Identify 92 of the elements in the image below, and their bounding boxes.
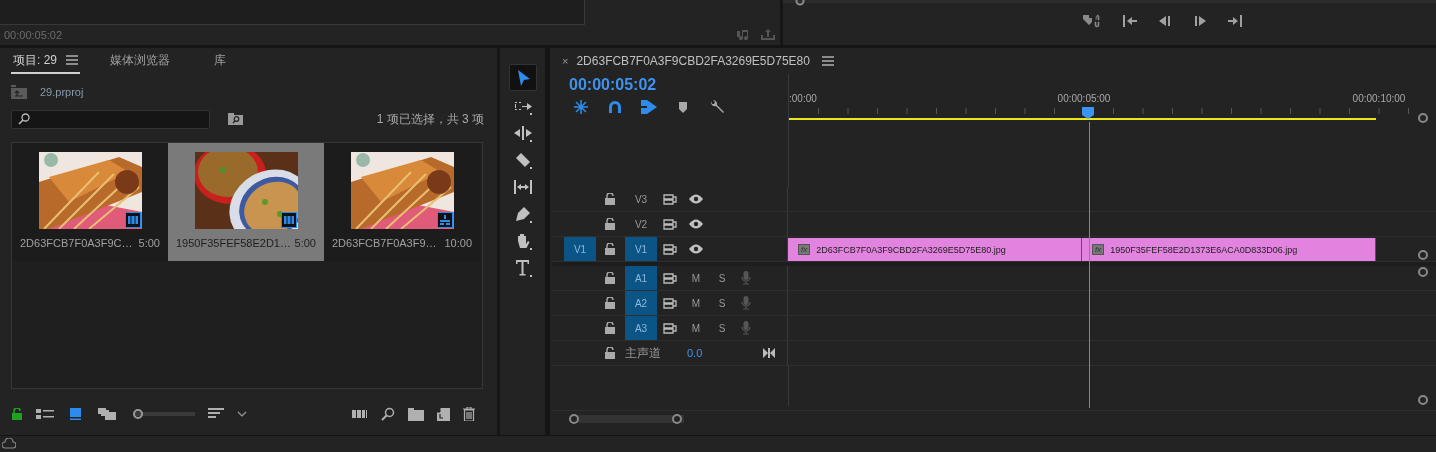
ruler-label: 00:00:05:00 bbox=[1057, 93, 1111, 104]
lock-icon[interactable] bbox=[605, 297, 615, 309]
sync-lock-icon[interactable] bbox=[663, 218, 677, 230]
cloud-icon[interactable] bbox=[2, 438, 16, 450]
sort-icon[interactable] bbox=[208, 408, 224, 420]
lock-icon[interactable] bbox=[605, 272, 615, 284]
media-item-name: 2D63FCB7F0A3F9… bbox=[332, 237, 437, 249]
panel-tab[interactable]: 库 bbox=[212, 48, 228, 74]
media-item[interactable]: 1950F35FEF58E2D1… 5:00 bbox=[168, 143, 324, 261]
sequence-icon bbox=[436, 212, 453, 228]
menu-icon[interactable] bbox=[66, 55, 78, 65]
mute-button[interactable]: M bbox=[683, 272, 709, 284]
lock-icon[interactable] bbox=[605, 243, 615, 255]
go-to-in-icon[interactable] bbox=[1122, 14, 1138, 28]
track-target[interactable]: A3 bbox=[625, 316, 657, 340]
zoom-slider-thumb[interactable] bbox=[133, 409, 143, 419]
media-item-duration: 5:00 bbox=[138, 237, 160, 249]
search-icon[interactable] bbox=[381, 407, 395, 421]
step-back-icon[interactable] bbox=[1157, 14, 1173, 28]
scroll-handle-icon[interactable] bbox=[1417, 249, 1429, 261]
track-target[interactable]: V2 bbox=[625, 212, 657, 236]
film-icon bbox=[124, 212, 141, 228]
magnet-icon[interactable] bbox=[606, 99, 624, 115]
ruler-label: :00:00 bbox=[789, 93, 817, 104]
menu-icon[interactable] bbox=[821, 56, 834, 66]
eye-icon[interactable] bbox=[689, 219, 703, 229]
list-view-icon[interactable] bbox=[36, 408, 54, 420]
clip-name: 1950F35FEF58E2D1373E6ACA0D833D06.jpg bbox=[1110, 244, 1298, 255]
scroll-handle-icon[interactable] bbox=[1417, 112, 1429, 124]
selection-summary: 1 项已选择，共 3 项 bbox=[376, 110, 484, 128]
master-volume[interactable]: 0.0 bbox=[687, 347, 759, 359]
bowtie-icon[interactable] bbox=[763, 348, 775, 358]
media-item-name: 2D63FCB7F0A3F9C… bbox=[20, 237, 133, 249]
folder-search-icon[interactable] bbox=[228, 113, 243, 125]
freeform-view-icon[interactable] bbox=[98, 408, 116, 420]
trash-icon[interactable] bbox=[463, 407, 475, 421]
source-patch[interactable]: V1 bbox=[564, 237, 596, 261]
lock-icon[interactable] bbox=[605, 322, 615, 334]
mute-button[interactable]: M bbox=[683, 322, 709, 334]
track-target[interactable]: V1 bbox=[625, 237, 657, 261]
panel-tab[interactable]: 媒体浏览器 bbox=[108, 48, 172, 74]
master-track-label: 主声道 bbox=[625, 344, 662, 362]
chevron-down-icon[interactable] bbox=[237, 410, 247, 418]
sync-lock-icon[interactable] bbox=[663, 193, 677, 205]
folder-icon[interactable] bbox=[408, 407, 424, 421]
lock-icon[interactable] bbox=[11, 408, 23, 420]
fx-badge: fx bbox=[1092, 244, 1105, 255]
sync-lock-icon[interactable] bbox=[663, 322, 677, 334]
wrench-icon[interactable] bbox=[708, 99, 726, 115]
step-forward-icon[interactable] bbox=[1192, 14, 1208, 28]
clip-name: 2D63FCB7F0A3F9CBD2FA3269E5D75E80.jpg bbox=[816, 244, 1006, 255]
track-target[interactable]: V3 bbox=[625, 187, 657, 211]
media-item-duration: 10:00 bbox=[444, 237, 472, 249]
fx-badge: fx bbox=[798, 244, 811, 255]
solo-button[interactable]: S bbox=[709, 322, 735, 334]
panel-tab[interactable]: 项目: 29 bbox=[11, 48, 80, 74]
marker-link-icon[interactable] bbox=[1083, 14, 1103, 28]
time-ruler[interactable]: :00:00 00:00:05:00 00:00:10:00 bbox=[788, 74, 1436, 122]
lock-icon[interactable] bbox=[605, 347, 615, 359]
sync-lock-icon[interactable] bbox=[663, 297, 677, 309]
scroll-handle-icon[interactable] bbox=[1417, 394, 1429, 406]
search-field[interactable] bbox=[11, 109, 210, 129]
eye-icon[interactable] bbox=[689, 194, 703, 204]
track-target[interactable]: A2 bbox=[625, 291, 657, 315]
source-timecode: 00:00:05:02 bbox=[4, 29, 63, 41]
automate-icon[interactable] bbox=[352, 408, 368, 420]
sequence-tab[interactable]: 2D63FCB7F0A3F9CBD2FA3269E5D75E80 bbox=[576, 54, 810, 68]
track-target[interactable]: A1 bbox=[625, 266, 657, 290]
film-icon bbox=[280, 212, 297, 228]
media-item-duration: 5:00 bbox=[294, 237, 316, 249]
selection-tool[interactable] bbox=[508, 64, 537, 91]
linked-select-icon[interactable] bbox=[640, 99, 658, 115]
solo-button[interactable]: S bbox=[709, 272, 735, 284]
mute-button[interactable]: M bbox=[683, 297, 709, 309]
ruler-label: 00:00:10:00 bbox=[1352, 93, 1406, 104]
project-file-name: 29.prproj bbox=[40, 86, 84, 98]
timeline-timecode[interactable]: 00:00:05:02 bbox=[569, 76, 788, 94]
close-tab-button[interactable]: × bbox=[562, 55, 569, 67]
nest-icon[interactable] bbox=[572, 99, 590, 115]
solo-button[interactable]: S bbox=[709, 297, 735, 309]
new-item-icon[interactable] bbox=[437, 407, 450, 421]
video-clip[interactable]: fx 1950F35FEF58E2D1373E6ACA0D833D06.jpg bbox=[1082, 238, 1376, 261]
eye-icon[interactable] bbox=[689, 244, 703, 254]
sync-lock-icon[interactable] bbox=[663, 272, 677, 284]
video-clip[interactable]: fx 2D63FCB7F0A3F9CBD2FA3269E5D75E80.jpg bbox=[788, 238, 1082, 261]
lock-icon[interactable] bbox=[605, 193, 615, 205]
go-to-out-icon[interactable] bbox=[1227, 14, 1243, 28]
scroll-handle-icon[interactable] bbox=[1417, 266, 1429, 278]
sync-lock-icon[interactable] bbox=[663, 243, 677, 255]
lock-icon[interactable] bbox=[605, 218, 615, 230]
search-icon bbox=[18, 113, 30, 125]
media-item-name: 1950F35FEF58E2D1… bbox=[176, 237, 291, 249]
